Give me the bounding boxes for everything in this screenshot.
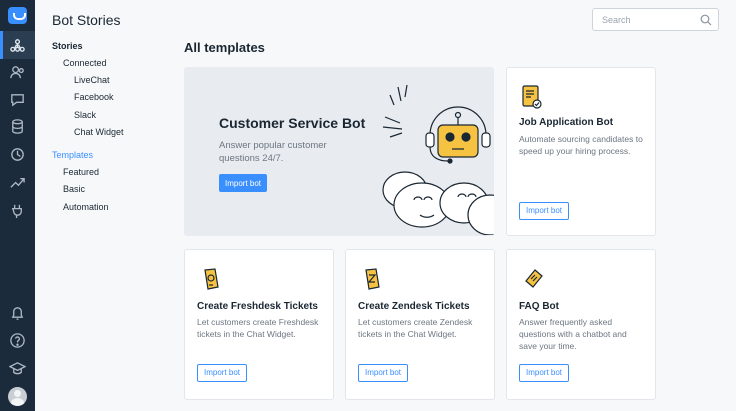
academy-icon[interactable]	[0, 354, 35, 382]
card-title: Create Zendesk Tickets	[358, 301, 470, 312]
page-title: Bot Stories	[52, 12, 121, 28]
template-card-faq[interactable]: FAQ Bot Answer frequently asked question…	[506, 249, 656, 400]
app-rail	[0, 0, 35, 411]
sidebar-item-chat-widget[interactable]: Chat Widget	[74, 127, 124, 137]
avatar[interactable]	[8, 387, 27, 406]
history-icon[interactable]	[0, 140, 35, 168]
ticket-icon	[365, 268, 380, 290]
archives-icon[interactable]	[0, 112, 35, 140]
search-input[interactable]	[593, 9, 693, 30]
hero-import-bot-button[interactable]: Import bot	[219, 174, 268, 192]
sidebar-item-slack[interactable]: Slack	[74, 110, 96, 120]
ticket-icon	[525, 269, 543, 288]
hero-template-card[interactable]: Customer Service Bot Answer popular cust…	[184, 67, 494, 236]
template-card-job-application[interactable]: Job Application Bot Automate sourcing ca…	[506, 67, 656, 236]
sidebar-item-facebook[interactable]: Facebook	[74, 92, 114, 102]
sidebar-item-featured[interactable]: Featured	[63, 167, 99, 177]
template-card-zendesk[interactable]: Create Zendesk Tickets Let customers cre…	[345, 249, 495, 400]
import-bot-button[interactable]: Import bot	[358, 364, 409, 382]
template-card-freshdesk[interactable]: Create Freshdesk Tickets Let customers c…	[184, 249, 334, 400]
card-description: Answer frequently asked questions with a…	[519, 317, 627, 351]
livechat-logo-icon[interactable]	[0, 0, 35, 30]
hero-description: Answer popular customer questions 24/7.	[219, 140, 327, 164]
card-title: FAQ Bot	[519, 301, 559, 312]
help-icon[interactable]	[0, 326, 35, 354]
import-bot-button[interactable]: Import bot	[197, 364, 248, 382]
reports-icon[interactable]	[0, 168, 35, 196]
sidebar-stories-heading: Stories	[52, 41, 83, 51]
document-icon	[522, 85, 542, 109]
bot-illustration-icon	[382, 84, 494, 235]
search-icon[interactable]	[700, 14, 712, 26]
card-description: Let customers create Freshdesk tickets i…	[197, 317, 319, 339]
search-box[interactable]	[592, 8, 719, 31]
hero-title: Customer Service Bot	[219, 115, 366, 131]
sidebar-item-connected[interactable]: Connected	[63, 58, 107, 68]
card-description: Automate sourcing candidates to speed up…	[519, 134, 643, 156]
sidebar-item-livechat[interactable]: LiveChat	[74, 75, 110, 85]
import-bot-button[interactable]: Import bot	[519, 364, 570, 382]
card-title: Job Application Bot	[519, 117, 614, 128]
chats-icon[interactable]	[0, 85, 35, 113]
bell-icon[interactable]	[0, 298, 35, 326]
section-title: All templates	[184, 40, 265, 55]
import-bot-button[interactable]: Import bot	[519, 202, 570, 220]
sidebar-item-automation[interactable]: Automation	[63, 202, 109, 212]
customers-icon[interactable]	[0, 58, 35, 86]
integrations-icon[interactable]	[0, 196, 35, 224]
card-title: Create Freshdesk Tickets	[197, 301, 318, 312]
sidebar-item-basic[interactable]: Basic	[63, 184, 85, 194]
bots-icon[interactable]	[0, 31, 35, 59]
ticket-icon	[204, 268, 219, 290]
card-description: Let customers create Zendesk tickets in …	[358, 317, 473, 339]
sidebar-item-templates[interactable]: Templates	[52, 150, 93, 160]
